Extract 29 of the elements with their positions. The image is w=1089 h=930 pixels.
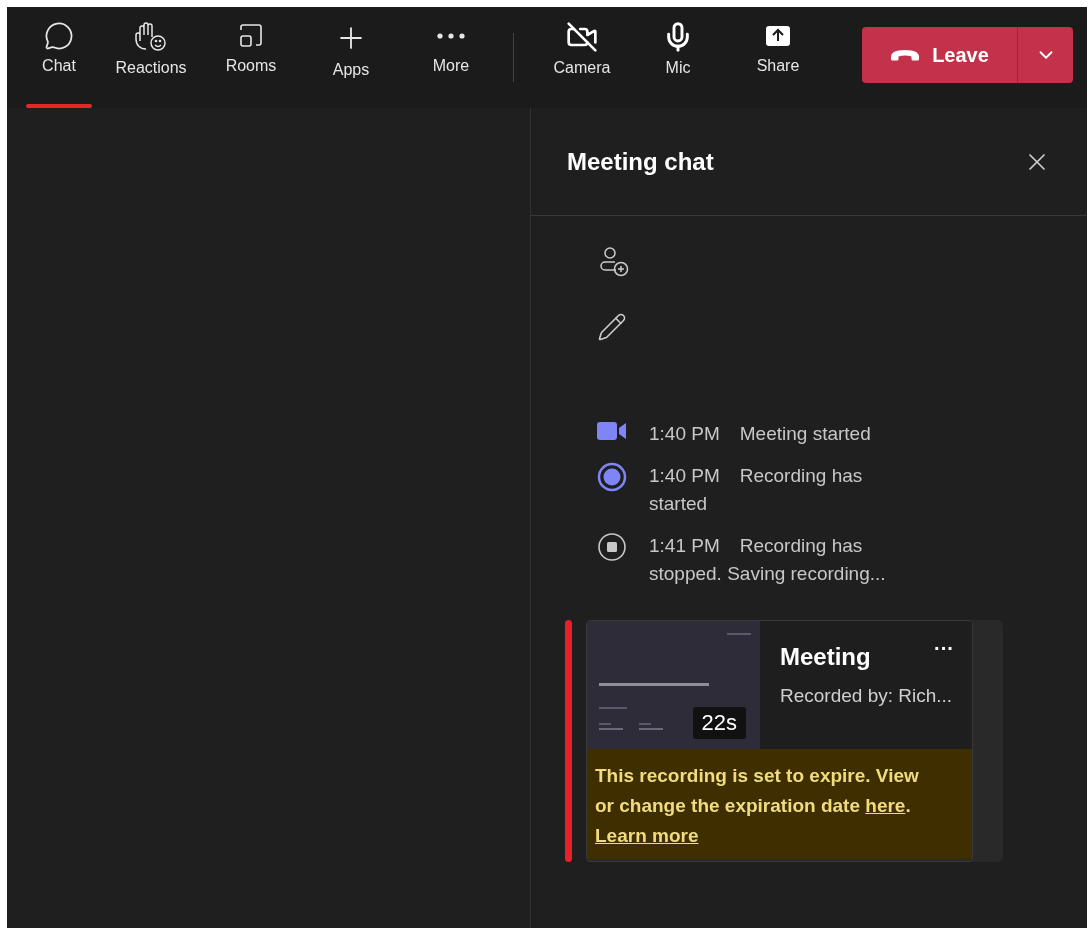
event-text: 1:41 PM Recording has stopped. Saving recording... [649, 534, 887, 586]
toolbar-tab[interactable]: More [401, 7, 501, 108]
toolbar-button[interactable]: Camera [536, 7, 628, 108]
more-options-button[interactable]: ··· [934, 637, 954, 660]
camera-off-icon [566, 21, 598, 53]
recording-card[interactable]: 22s Meeting Recorded by: Rich... ··· This recording is set to expire. View or change the expiration date here. Learn more [586, 620, 973, 862]
toolbar-tab[interactable]: Apps [301, 7, 401, 108]
record-icon [597, 462, 627, 492]
chat-icon [44, 21, 74, 51]
learn-more-link[interactable]: Learn more [595, 825, 699, 846]
duration-label: 22s [692, 707, 746, 739]
toolbar-button[interactable]: Share [728, 7, 828, 108]
toolbar-tab[interactable]: Chat [17, 7, 101, 108]
toolbar-button[interactable]: Mic [628, 7, 728, 108]
hang-up-icon [890, 49, 921, 61]
recorded-by-text: Recorded by: Rich... [780, 685, 953, 707]
person-add-icon [597, 246, 631, 278]
panel-title: Meeting chat [567, 147, 714, 176]
toolbar-tab[interactable]: Rooms [201, 7, 301, 108]
recording-title: Meeting [780, 643, 871, 671]
toolbar-tab[interactable]: Reactions [101, 7, 201, 108]
pencil-icon [597, 312, 627, 342]
event-text: 1:40 PM Recording has started [649, 464, 864, 516]
video-camera-icon [597, 420, 627, 442]
stop-icon [597, 532, 627, 562]
more-icon [437, 33, 465, 39]
here-link[interactable]: here [865, 795, 906, 816]
expiry-notice: This recording is set to expire. View or change the expiration date here. Learn more [587, 749, 972, 859]
event-text: 1:40 PM Meeting started [649, 422, 872, 446]
